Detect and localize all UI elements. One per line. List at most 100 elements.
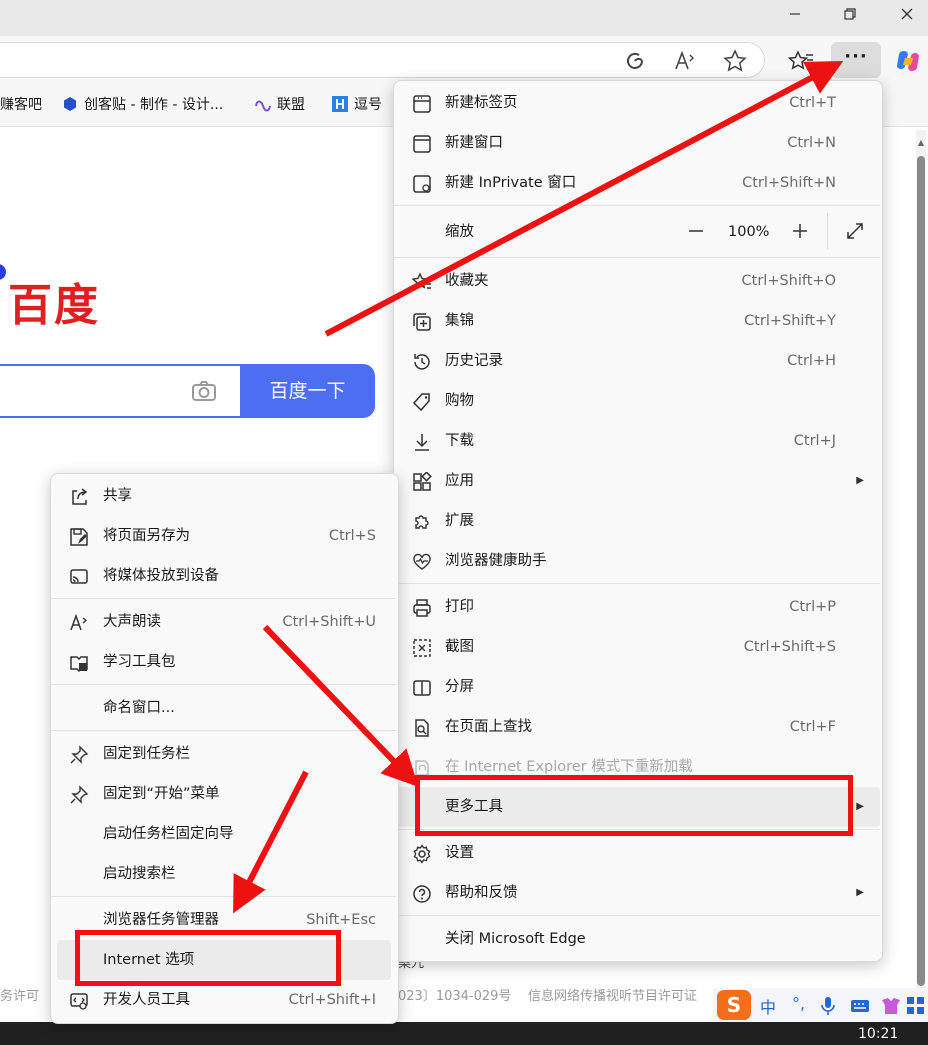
ime-punctuation[interactable]: °,: [792, 994, 805, 1013]
menu-item-developer-tools[interactable]: 开发人员工具 Ctrl+Shift+I: [51, 980, 396, 1020]
print-icon: [413, 599, 431, 617]
learning-toolkit-icon: [70, 656, 88, 673]
favorites-icon[interactable]: [786, 46, 816, 76]
menu-item-shopping[interactable]: 购物: [394, 381, 880, 421]
toolbox-icon[interactable]: [906, 996, 926, 1016]
menu-item-learning-toolkit[interactable]: 学习工具包: [51, 642, 396, 682]
keyboard-icon[interactable]: [850, 998, 870, 1014]
search-button[interactable]: 百度一下: [240, 364, 375, 418]
screenshot-icon: [413, 639, 431, 657]
save-page-icon: [70, 528, 88, 546]
menu-item-save-page-as[interactable]: 将页面另存为 Ctrl+S: [51, 516, 396, 556]
inprivate-icon: [413, 175, 431, 193]
submenu-arrow-icon: ▶: [856, 475, 864, 486]
menu-item-find-on-page[interactable]: 在页面上查找 Ctrl+F: [394, 707, 880, 747]
camera-icon[interactable]: [190, 378, 218, 404]
menu-item-read-aloud[interactable]: 大声朗读 Ctrl+Shift+U: [51, 602, 396, 642]
settings-and-more-button[interactable]: ···: [831, 42, 881, 78]
menu-item-share[interactable]: 共享: [51, 476, 396, 516]
meta-icon: [255, 100, 271, 112]
menu-separator: [51, 684, 396, 685]
scrollbar-thumb[interactable]: [917, 156, 925, 986]
restore-button[interactable]: [835, 4, 865, 28]
bookmark-item[interactable]: 联盟: [255, 95, 305, 115]
ime-language[interactable]: 中: [760, 994, 776, 1018]
menu-separator: [51, 730, 396, 731]
menu-item-new-window[interactable]: 新建窗口 Ctrl+N: [394, 123, 880, 163]
apps-icon: [413, 472, 432, 491]
menu-item-split-screen[interactable]: 分屏: [394, 667, 880, 707]
baidu-logo-dot: [0, 264, 6, 280]
zoom-level: 100%: [728, 224, 770, 240]
menu-separator: [394, 583, 880, 584]
menu-separator: [51, 896, 396, 897]
copilot-icon[interactable]: [893, 46, 923, 76]
collections-icon: [413, 313, 431, 331]
menu-separator: [394, 257, 880, 258]
read-aloud-icon: [70, 613, 88, 631]
h-icon: [332, 96, 348, 112]
add-favorite-icon[interactable]: [722, 48, 748, 74]
highlight-box-internet-options: [75, 930, 341, 986]
menu-item-new-inprivate[interactable]: 新建 InPrivate 窗口 Ctrl+Shift+N: [394, 163, 880, 203]
menu-item-extensions[interactable]: 扩展: [394, 501, 880, 541]
zoom-out-icon[interactable]: [686, 221, 706, 241]
bookmark-item[interactable]: 创客贴 - 制作 - 设计...: [62, 95, 223, 115]
edge-refresh-icon[interactable]: [622, 48, 648, 74]
menu-item-search-bar[interactable]: 启动搜索栏: [51, 854, 396, 894]
menu-separator: [51, 598, 396, 599]
fullscreen-icon[interactable]: [845, 221, 865, 241]
menu-item-history[interactable]: 历史记录 Ctrl+H: [394, 341, 880, 381]
read-aloud-icon[interactable]: [672, 48, 698, 74]
menu-item-pin-start[interactable]: 固定到“开始”菜单: [51, 774, 396, 814]
menu-item-taskbar-pin-wizard[interactable]: 启动任务栏固定向导: [51, 814, 396, 854]
minimize-button[interactable]: [780, 4, 810, 28]
sogou-ime-icon[interactable]: S: [717, 990, 751, 1020]
footer-text: 023〕1034-029号: [398, 989, 512, 1004]
address-bar[interactable]: [0, 42, 765, 78]
close-window-button[interactable]: [892, 4, 922, 28]
menu-item-browser-health[interactable]: 浏览器健康助手: [394, 541, 880, 581]
skin-icon[interactable]: [880, 996, 902, 1016]
download-icon: [415, 434, 429, 451]
pin-icon: [70, 745, 89, 764]
menu-separator: [394, 915, 880, 916]
menu-item-cast-media[interactable]: 将媒体投放到设备: [51, 556, 396, 596]
extensions-icon: [415, 515, 429, 529]
menu-item-close-edge[interactable]: 关闭 Microsoft Edge: [394, 919, 880, 959]
menu-item-pin-taskbar[interactable]: 固定到任务栏: [51, 734, 396, 774]
find-icon: [415, 719, 429, 737]
ellipsis-icon: ···: [844, 46, 868, 67]
menu-item-favorites[interactable]: 收藏夹 Ctrl+Shift+O: [394, 261, 880, 301]
menu-item-screenshot[interactable]: 截图 Ctrl+Shift+S: [394, 627, 880, 667]
menu-item-collections[interactable]: 集锦 Ctrl+Shift+Y: [394, 301, 880, 341]
bookmark-item[interactable]: 逗号: [332, 95, 382, 115]
cast-icon: [70, 569, 88, 584]
scroll-up-icon[interactable]: ▲: [917, 138, 925, 148]
menu-item-print[interactable]: 打印 Ctrl+P: [394, 587, 880, 627]
split-screen-icon: [413, 680, 431, 696]
new-window-icon: [413, 135, 431, 153]
history-icon: [414, 354, 430, 370]
footer-text: 务许可: [0, 989, 40, 1004]
menu-item-new-tab[interactable]: 新建标签页 Ctrl+T: [394, 83, 880, 123]
submenu-arrow-icon: ▶: [856, 801, 864, 812]
new-tab-icon: [413, 95, 431, 113]
microphone-icon[interactable]: [820, 996, 836, 1016]
menu-item-help-feedback[interactable]: 帮助和反馈 ▶: [394, 873, 880, 913]
pin-start-icon: [70, 785, 89, 804]
baidu-logo: 百度: [8, 280, 100, 331]
menu-item-apps[interactable]: 应用 ▶: [394, 461, 880, 501]
restore-icon: [844, 8, 856, 20]
settings-icon: [413, 844, 431, 864]
menu-separator: [394, 205, 880, 206]
chuangketie-icon: [64, 97, 76, 111]
shopping-icon: [412, 393, 430, 412]
menu-item-settings[interactable]: 设置: [394, 833, 880, 873]
zoom-in-icon[interactable]: [790, 221, 810, 241]
taskbar-clock[interactable]: 10:21: [858, 1026, 898, 1042]
menu-item-downloads[interactable]: 下载 Ctrl+J: [394, 421, 880, 461]
bookmark-item[interactable]: 赚客吧: [0, 95, 42, 115]
highlight-box-more-tools: [415, 775, 853, 836]
menu-item-name-window[interactable]: 命名窗口...: [51, 688, 396, 728]
